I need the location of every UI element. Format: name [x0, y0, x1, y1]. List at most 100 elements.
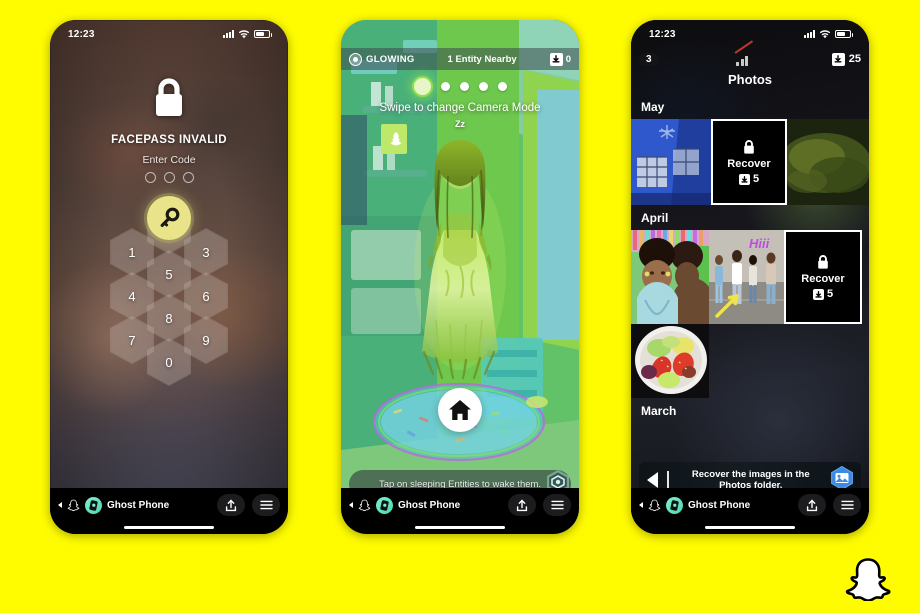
key-unlock-button[interactable] [147, 196, 191, 240]
wifi-icon [238, 29, 250, 38]
page-title: FACEPASS INVALID [111, 134, 227, 146]
capture-count: 0 [565, 53, 571, 65]
pin-dot [144, 172, 156, 183]
keypad-key-label: 6 [202, 288, 210, 304]
snap-lens-info[interactable]: Ghost Phone [349, 496, 508, 514]
snap-actions [508, 494, 571, 516]
enter-code-label: Enter Code [142, 154, 196, 166]
status-indicators [223, 29, 272, 39]
share-button[interactable] [508, 494, 536, 516]
snap-lens-info[interactable]: Ghost Phone [58, 496, 217, 514]
photo-selfie-friends[interactable] [631, 230, 709, 324]
share-icon [806, 499, 818, 511]
gallery-top-bar: 3 25 [631, 48, 869, 70]
glow-mode-indicator: GLOWING [349, 52, 415, 66]
hamburger-menu-icon [259, 500, 273, 510]
camera-mode-dot-1[interactable] [440, 82, 450, 91]
wifi-icon [819, 29, 831, 38]
recover-count-group: 5 [738, 173, 759, 185]
phone-ar-camera: GLOWING 1 Entity Nearby 0 Swipe to chang… [341, 20, 579, 534]
snapchat-ghost-icon [67, 499, 80, 511]
phone2-screen: GLOWING 1 Entity Nearby 0 Swipe to chang… [341, 20, 579, 534]
glow-mode-label: GLOWING [366, 53, 415, 65]
home-button[interactable] [438, 388, 482, 432]
phone-lock-screen: 12:23 FACEPASS INVALID Enter Code 1 3 5 … [50, 20, 288, 534]
phone1-screen: 12:23 FACEPASS INVALID Enter Code 1 3 5 … [50, 20, 288, 534]
menu-button[interactable] [252, 494, 280, 516]
lock-icon [818, 255, 828, 269]
camera-mode-dot-3[interactable] [478, 82, 488, 91]
cellular-signal-icon [804, 30, 815, 38]
photo-dark-green[interactable] [787, 119, 869, 205]
hamburger-menu-icon [550, 500, 564, 510]
keypad-key-label: 5 [165, 266, 173, 282]
speaker-mute-icon[interactable] [639, 502, 643, 508]
snap-actions [798, 494, 861, 516]
home-icon [449, 400, 471, 420]
sleep-zzz-indicator: Zz [455, 119, 465, 129]
battery-icon [254, 30, 272, 38]
ar-ghost-entity[interactable] [406, 130, 514, 380]
recover-label: Recover [727, 158, 771, 170]
photo-blue-window[interactable] [631, 119, 711, 205]
speaker-mute-icon[interactable] [349, 502, 353, 508]
camera-mode-dots[interactable] [341, 78, 579, 95]
status-time: 12:23 [68, 28, 95, 40]
status-bar: 12:23 [50, 20, 288, 48]
recover-tile-april[interactable]: Recover 5 [784, 230, 862, 324]
lock-icon [744, 140, 754, 154]
cellular-signal-icon [223, 30, 234, 38]
share-icon [516, 499, 528, 511]
pin-dot [163, 172, 175, 183]
camera-mode-dot-0[interactable] [413, 78, 431, 95]
recover-tile-may[interactable]: Recover 5 [711, 119, 787, 205]
phone3-screen: 12:23 3 25 Photos May Recover 5 April Hi… [631, 20, 869, 534]
share-button[interactable] [217, 494, 245, 516]
ghost-phone-lens-icon[interactable] [85, 496, 102, 514]
menu-button[interactable] [833, 494, 861, 516]
recover-count: 5 [826, 288, 834, 300]
lens-title: Ghost Phone [688, 499, 751, 511]
menu-button[interactable] [543, 494, 571, 516]
battery-icon [835, 30, 853, 38]
download-badge-icon [812, 288, 824, 300]
pin-dot [182, 172, 194, 183]
home-indicator [124, 525, 214, 529]
lens-title: Ghost Phone [398, 499, 461, 511]
share-button[interactable] [798, 494, 826, 516]
page-title: Photos [727, 72, 773, 87]
ghost-phone-lens-icon[interactable] [376, 496, 393, 514]
photo-row-may: Recover 5 [631, 119, 869, 205]
speaker-mute-icon[interactable] [58, 502, 62, 508]
camera-mode-dot-4[interactable] [497, 82, 507, 91]
back-triangle-icon[interactable] [647, 472, 658, 488]
snap-actions [217, 494, 280, 516]
snap-lens-info[interactable]: Ghost Phone [639, 496, 798, 514]
keypad-key-label: 1 [128, 244, 136, 260]
photo-row-april: Hiii Recover 5 [631, 230, 869, 324]
status-bar: 12:23 [631, 20, 869, 48]
recovered-count: 25 [848, 53, 861, 65]
lock-icon [50, 75, 288, 121]
glow-eye-icon [349, 52, 362, 66]
entity-nearby-label: 1 Entity Nearby [447, 53, 517, 65]
photo-group-hiii[interactable]: Hiii [709, 230, 784, 324]
signal-blocked-icon [736, 52, 754, 66]
lens-title: Ghost Phone [107, 499, 170, 511]
download-badge-icon [738, 173, 750, 185]
download-badge-icon [831, 52, 845, 66]
download-badge-icon [549, 52, 563, 66]
camera-mode-dot-2[interactable] [459, 82, 469, 91]
ghost-phone-lens-icon[interactable] [666, 496, 683, 514]
snapchat-ghost-icon [358, 499, 371, 511]
ar-top-bar: GLOWING 1 Entity Nearby 0 [341, 48, 579, 70]
svg-text:Hiii: Hiii [749, 236, 770, 251]
swipe-hint-label: Swipe to change Camera Mode [379, 102, 541, 114]
photo-fruit-bowl[interactable] [631, 324, 709, 398]
toast-divider [667, 471, 669, 489]
status-time: 12:23 [649, 28, 676, 40]
share-icon [225, 499, 237, 511]
keypad-key-label: 4 [128, 288, 136, 304]
snapchat-ghost-icon [648, 499, 661, 511]
keypad-key-label: 7 [128, 332, 136, 348]
